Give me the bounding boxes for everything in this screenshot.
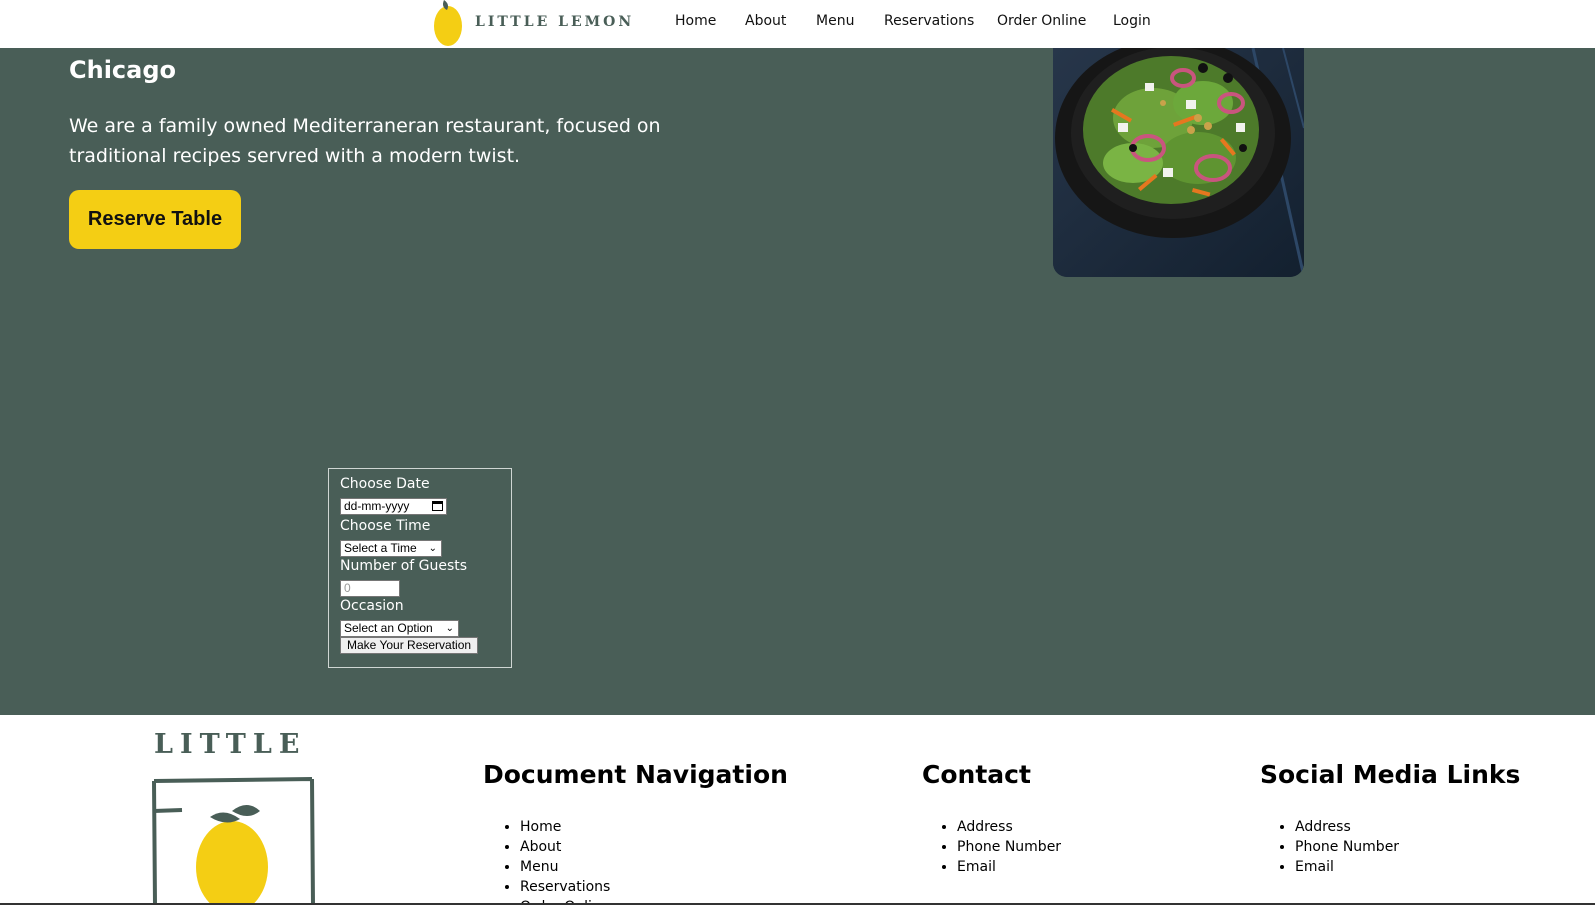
footer-lemon-logo-icon xyxy=(152,777,315,905)
reserve-table-button[interactable]: Reserve Table xyxy=(69,190,241,249)
nav-order-online-link[interactable]: Order Online xyxy=(997,13,1086,29)
footer-nav-home-link[interactable]: Home xyxy=(520,817,610,837)
time-label: Choose Time xyxy=(340,518,431,534)
footer-social-list: Address Phone Number Email xyxy=(1295,817,1399,877)
salad-bowl-image xyxy=(1053,48,1304,277)
top-navigation-bar: LITTLE LEMON Home About Menu Reservation… xyxy=(0,0,1595,48)
nav-reservations-link[interactable]: Reservations xyxy=(884,13,974,29)
footer-social-phone[interactable]: Phone Number xyxy=(1295,837,1399,857)
occasion-select-value: Select an Option xyxy=(344,621,433,635)
guests-input[interactable]: 0 xyxy=(340,580,400,597)
footer-navigation-title: Document Navigation xyxy=(483,760,788,789)
footer-contact-title: Contact xyxy=(922,760,1031,789)
chevron-down-icon: ⌄ xyxy=(428,543,437,554)
nav-menu-link[interactable]: Menu xyxy=(816,13,854,29)
footer-social-address[interactable]: Address xyxy=(1295,817,1399,837)
footer-contact-email[interactable]: Email xyxy=(957,857,1061,877)
footer-social-email[interactable]: Email xyxy=(1295,857,1399,877)
header-logo-text: LITTLE LEMON xyxy=(475,14,635,30)
hero-section: Chicago We are a family owned Mediterran… xyxy=(0,48,1595,715)
occasion-label: Occasion xyxy=(340,598,404,614)
footer-logo-text: LITTLE xyxy=(154,729,307,760)
footer-nav-reservations-link[interactable]: Reservations xyxy=(520,877,610,897)
lemon-icon xyxy=(434,0,462,46)
footer-navigation-list: Home About Menu Reservations Order Onlin… xyxy=(520,817,610,905)
nav-about-link[interactable]: About xyxy=(745,13,786,29)
date-placeholder: dd-mm-yyyy xyxy=(344,499,410,513)
site-footer: LITTLE Document Navigation Home About Me… xyxy=(0,715,1595,905)
hero-description: We are a family owned Mediterraneran res… xyxy=(69,115,661,167)
make-reservation-button[interactable]: Make Your Reservation xyxy=(340,637,479,654)
chevron-down-icon: ⌄ xyxy=(445,623,454,634)
hero-dish-image xyxy=(1053,48,1304,277)
footer-social-title: Social Media Links xyxy=(1260,760,1521,789)
footer-contact-address[interactable]: Address xyxy=(957,817,1061,837)
footer-contact-phone[interactable]: Phone Number xyxy=(957,837,1061,857)
footer-contact-list: Address Phone Number Email xyxy=(957,817,1061,877)
occasion-select[interactable]: Select an Option ⌄ xyxy=(340,620,459,637)
nav-home-link[interactable]: Home xyxy=(675,13,716,29)
footer-nav-menu-link[interactable]: Menu xyxy=(520,857,610,877)
calendar-icon[interactable] xyxy=(432,501,443,511)
nav-login-link[interactable]: Login xyxy=(1113,13,1151,29)
guests-input-value: 0 xyxy=(344,581,351,595)
footer-nav-about-link[interactable]: About xyxy=(520,837,610,857)
guests-label: Number of Guests xyxy=(340,558,468,574)
hero-city-heading: Chicago xyxy=(69,56,177,84)
date-input[interactable]: dd-mm-yyyy xyxy=(340,498,447,515)
date-label: Choose Date xyxy=(340,476,430,492)
time-select-value: Select a Time xyxy=(344,541,417,555)
time-select[interactable]: Select a Time ⌄ xyxy=(340,540,442,557)
booking-form: Choose Date dd-mm-yyyy Choose Time Selec… xyxy=(328,468,512,668)
